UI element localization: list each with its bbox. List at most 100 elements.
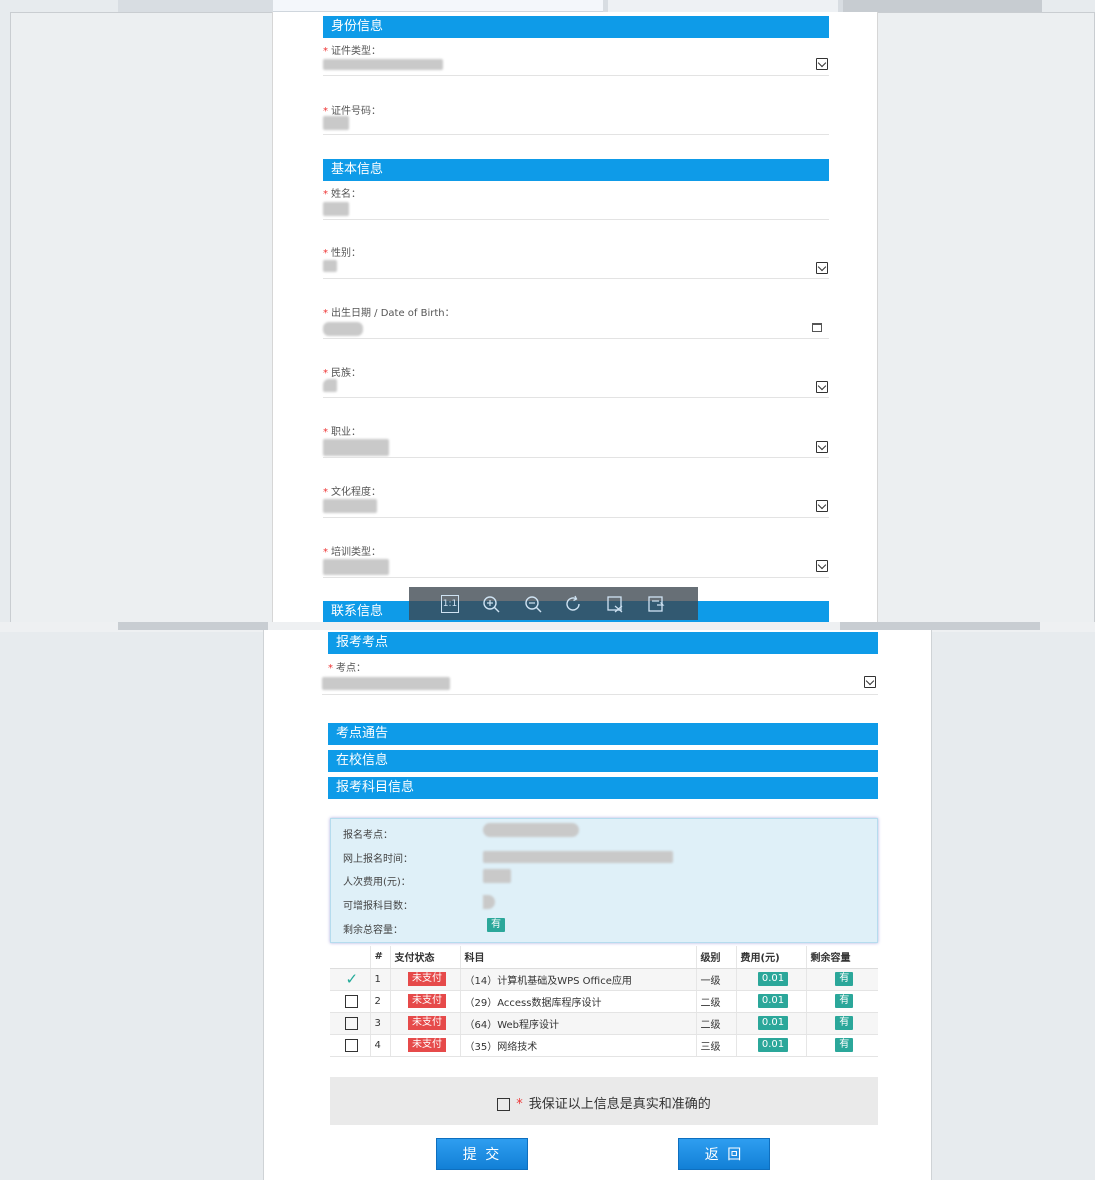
crop-icon[interactable] (606, 595, 624, 613)
fee-badge: 0.01 (757, 1038, 789, 1052)
training-type-value[interactable] (323, 559, 389, 575)
fee-badge: 0.01 (757, 972, 789, 986)
row-select[interactable] (330, 990, 370, 1013)
capacity-badge: 有 (835, 994, 854, 1008)
label-exam-site: * 考点： (328, 663, 366, 674)
row-subject: （29）Access数据库程序设计 (459, 990, 696, 1013)
section-site-notice[interactable]: 考点通告 (328, 723, 878, 745)
confirm-checkbox[interactable] (497, 1098, 511, 1111)
row-fee: 0.01 (735, 1012, 806, 1035)
rotate-icon[interactable] (564, 595, 582, 613)
field-underline (323, 397, 829, 398)
confirmation-box: * 我保证以上信息是真实和准确的 (330, 1077, 878, 1125)
back-button[interactable]: 返 回 (678, 1138, 770, 1170)
fee-badge: 0.01 (757, 1016, 789, 1030)
status-badge: 未支付 (408, 1038, 446, 1052)
ghost-strip (118, 622, 268, 630)
field-underline (323, 278, 829, 279)
actual-size-button[interactable]: 1:1 (441, 595, 459, 613)
occupation-value[interactable] (323, 439, 389, 456)
chevron-down-icon[interactable] (816, 262, 828, 274)
section-exam-site[interactable]: 报考考点 (328, 632, 878, 654)
status-badge: 未支付 (408, 972, 446, 986)
row-select[interactable]: ✓ (330, 968, 370, 991)
name-value[interactable] (323, 202, 349, 216)
gender-value[interactable] (323, 260, 337, 272)
zoom-out-icon[interactable] (524, 595, 542, 613)
background-strip-mid (608, 0, 838, 12)
row-subject: （14）计算机基础及WPS Office应用 (459, 968, 696, 991)
header-level: 级别 (695, 946, 736, 969)
birth-date-value[interactable] (323, 322, 363, 336)
image-viewer-toolbar: 1:1 (409, 587, 698, 620)
label-id-number: * 证件号码： (323, 106, 381, 117)
row-status: 未支付 (389, 990, 460, 1013)
education-value[interactable] (323, 499, 377, 513)
status-badge: 未支付 (408, 1016, 446, 1030)
field-underline (323, 134, 829, 135)
label-education: * 文化程度： (323, 487, 381, 498)
info-count-value (483, 895, 495, 909)
save-icon[interactable] (647, 595, 665, 613)
chevron-down-icon[interactable] (816, 500, 828, 512)
row-capacity: 有 (805, 990, 878, 1013)
field-underline (322, 694, 878, 695)
label-gender: * 性别： (323, 248, 361, 259)
id-number-value[interactable] (323, 116, 349, 130)
header-capacity: 剩余容量 (805, 946, 878, 969)
field-underline (323, 457, 829, 458)
table-row[interactable]: 3 未支付 （64）Web程序设计 二级 0.01 有 (330, 1012, 878, 1035)
calendar-icon[interactable] (812, 323, 822, 332)
background-strip-dark (843, 0, 1042, 12)
row-status: 未支付 (389, 1012, 460, 1035)
zoom-in-icon[interactable] (482, 595, 500, 613)
field-underline (323, 517, 829, 518)
registration-page: 报考考点 * 考点： 考点通告 在校信息 报考科目信息 报名考点： 网上报名时间：… (263, 630, 932, 1180)
section-identity[interactable]: 身份信息 (323, 16, 829, 38)
header-fee: 费用(元) (735, 946, 806, 969)
info-fee-label: 人次费用(元)： (343, 877, 411, 888)
info-capacity-badge: 有 (487, 918, 505, 932)
label-occupation: * 职业： (323, 427, 361, 438)
status-badge: 未支付 (408, 994, 446, 1008)
id-type-value[interactable] (323, 59, 443, 70)
field-underline (323, 338, 829, 339)
exam-site-value[interactable] (322, 677, 450, 690)
info-time-value (483, 851, 673, 863)
section-basic[interactable]: 基本信息 (323, 159, 829, 181)
section-subject-info[interactable]: 报考科目信息 (328, 777, 878, 799)
header-payment-status: 支付状态 (389, 946, 460, 969)
checkmark-icon[interactable]: ✓ (345, 970, 358, 988)
header-index: # (369, 946, 390, 969)
ethnicity-value[interactable] (323, 379, 337, 392)
confirmation-row[interactable]: * 我保证以上信息是真实和准确的 (330, 1093, 878, 1112)
chevron-down-icon[interactable] (864, 676, 876, 688)
required-asterisk: * (516, 1097, 523, 1112)
checkbox[interactable] (345, 994, 359, 1008)
table-row[interactable]: ✓ 1 未支付 （14）计算机基础及WPS Office应用 一级 0.01 有 (330, 968, 878, 991)
submit-button[interactable]: 提 交 (436, 1138, 528, 1170)
row-capacity: 有 (805, 1034, 878, 1057)
capacity-badge: 有 (835, 1016, 854, 1030)
subjects-table: # 支付状态 科目 级别 费用(元) 剩余容量 ✓ 1 未支付 （14）计算机基… (330, 946, 878, 1057)
checkbox[interactable] (345, 1016, 359, 1030)
row-select[interactable] (330, 1034, 370, 1057)
row-subject: （35）网络技术 (459, 1034, 696, 1057)
row-level: 二级 (695, 1012, 736, 1035)
table-row[interactable]: 2 未支付 （29）Access数据库程序设计 二级 0.01 有 (330, 990, 878, 1013)
info-site-value (483, 823, 579, 837)
row-index: 1 (369, 968, 390, 991)
chevron-down-icon[interactable] (816, 560, 828, 572)
fee-badge: 0.01 (757, 994, 789, 1008)
chevron-down-icon[interactable] (816, 58, 828, 70)
chevron-down-icon[interactable] (816, 381, 828, 393)
background-strip-light (273, 0, 603, 12)
checkbox[interactable] (345, 1038, 359, 1052)
section-school-info[interactable]: 在校信息 (328, 750, 878, 772)
label-id-type: * 证件类型： (323, 46, 381, 57)
chevron-down-icon[interactable] (816, 441, 828, 453)
table-row[interactable]: 4 未支付 （35）网络技术 三级 0.01 有 (330, 1034, 878, 1057)
header-select (330, 946, 370, 969)
row-select[interactable] (330, 1012, 370, 1035)
table-header-row: # 支付状态 科目 级别 费用(元) 剩余容量 (330, 946, 878, 969)
